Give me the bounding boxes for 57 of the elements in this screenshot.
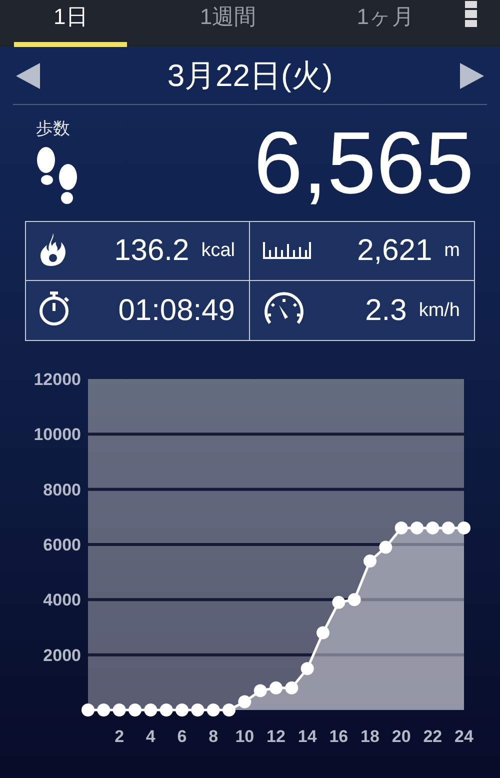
x-tick-label: 24 (454, 727, 474, 746)
y-tick-label: 8000 (43, 480, 81, 500)
y-tick-label: 2000 (43, 646, 81, 665)
stat-value: 01:08:49 (118, 294, 235, 328)
data-point (379, 540, 392, 554)
x-tick-label: 10 (235, 727, 254, 746)
x-tick-label: 22 (423, 727, 442, 746)
x-tick-label: 18 (360, 727, 380, 746)
data-point (394, 521, 408, 534)
data-point (222, 704, 236, 716)
stat-unit: kcal (201, 240, 235, 262)
stat-value: 136.2 (114, 234, 190, 268)
data-point (426, 521, 440, 534)
data-point (332, 596, 346, 609)
data-point (176, 704, 188, 716)
y-tick-label: 10000 (34, 425, 81, 444)
data-point (348, 593, 361, 606)
data-point (238, 695, 252, 708)
data-point (97, 704, 110, 716)
data-point (410, 521, 424, 534)
date-label: 3月22日(火) (167, 56, 333, 94)
data-point (254, 684, 267, 698)
stat-unit: km/h (418, 300, 460, 322)
x-tick-label: 20 (392, 727, 411, 746)
data-point (128, 704, 142, 716)
tab[interactable]: 1日 (14, 0, 128, 47)
data-point (82, 704, 94, 716)
data-point (270, 681, 282, 694)
stat-value: 2,621 (357, 234, 432, 268)
x-tick-label: 4 (146, 727, 156, 746)
data-point (458, 521, 470, 534)
steps-label: 歩数 (36, 118, 70, 140)
x-tick-label: 2 (114, 727, 124, 746)
data-point (160, 704, 173, 716)
data-point (285, 681, 298, 694)
tab[interactable]: 1ヶ月 (328, 0, 442, 47)
data-point (191, 704, 204, 716)
menu-icon[interactable] (465, 1, 477, 27)
data-point (144, 704, 158, 716)
data-point (316, 626, 330, 640)
x-tick-label: 16 (329, 727, 348, 746)
y-tick-label: 12000 (34, 370, 81, 389)
y-tick-label: 4000 (43, 590, 81, 610)
x-tick-label: 8 (208, 727, 218, 746)
data-point (206, 704, 220, 716)
x-tick-label: 14 (298, 727, 317, 746)
y-tick-label: 6000 (43, 536, 81, 554)
stat-unit: m (444, 240, 460, 262)
x-tick-label: 6 (177, 727, 187, 746)
data-point (364, 554, 376, 568)
tab[interactable]: 1週間 (171, 0, 285, 47)
data-point (300, 662, 314, 676)
stat-value: 2.3 (365, 294, 407, 328)
data-point (112, 704, 126, 716)
data-point (442, 521, 455, 534)
x-tick-label: 12 (266, 727, 286, 746)
step-count: 6,565 (254, 119, 474, 207)
